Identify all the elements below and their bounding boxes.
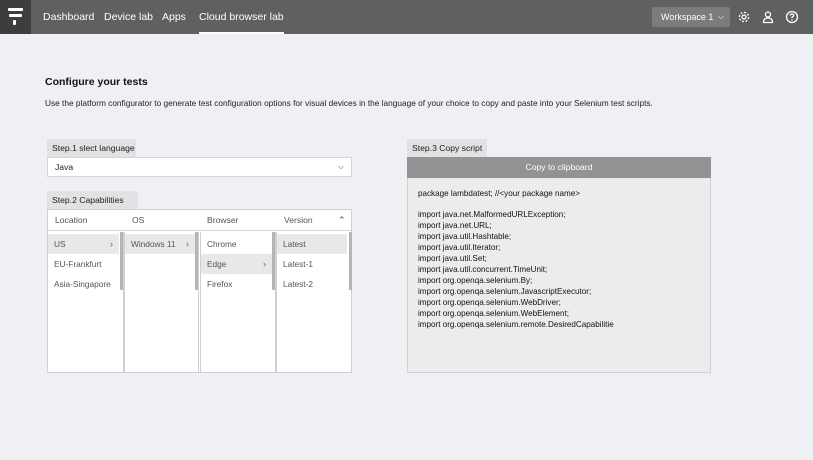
scrollbar[interactable] (120, 232, 123, 290)
script-box[interactable]: package lambdatest; //<your package name… (407, 178, 711, 373)
chevron-up-icon[interactable]: ⌃ (338, 210, 346, 230)
script-line: package lambdatest; //<your package name… (418, 189, 580, 198)
step2-label: Step.2 Capabilities (47, 191, 138, 209)
location-label: US (54, 239, 66, 249)
chevron-down-icon: ⌵ (337, 162, 344, 171)
script-line: import org.openqa.selenium.By; (418, 276, 533, 285)
script-line: import org.openqa.selenium.remote.Desire… (418, 320, 614, 329)
copy-to-clipboard-button[interactable]: Copy to clipboard (407, 157, 711, 178)
nav-apps[interactable]: Apps (162, 0, 186, 34)
workspace-dropdown[interactable]: Workspace 1 ⌵ (652, 7, 730, 27)
list-item-version[interactable]: Latest (277, 234, 347, 254)
browser-column: Chrome Edge › Firefox (200, 232, 276, 372)
capabilities-panel: Location OS Browser Version ⌃ US › EU-Fr… (47, 209, 352, 373)
script-line: import java.net.URL; (418, 221, 492, 230)
language-select[interactable]: Java ⌵ (47, 157, 352, 177)
browser-label: Chrome (207, 239, 237, 249)
script-line: import java.util.Set; (418, 254, 487, 263)
language-select-value: Java (55, 162, 74, 172)
gear-icon[interactable] (737, 10, 751, 24)
list-item-location[interactable]: US › (48, 234, 119, 254)
script-line: import java.util.Hashtable; (418, 232, 512, 241)
version-label: Latest (283, 239, 306, 249)
script-line: import org.openqa.selenium.JavascriptExe… (418, 287, 592, 296)
column-header-version: Version (284, 215, 313, 225)
scrollbar[interactable] (349, 232, 352, 290)
top-bar: Dashboard Device lab Apps Cloud browser … (0, 0, 813, 34)
list-item-location[interactable]: Asia-Singapore (48, 274, 119, 294)
column-header-os: OS (132, 215, 145, 225)
page-description: Use the platform configurator to generat… (45, 98, 653, 108)
browser-label: Firefox (207, 279, 233, 289)
location-column: US › EU-Frankfurt Asia-Singapore (48, 232, 124, 372)
list-item-browser[interactable]: Firefox (201, 274, 272, 294)
chevron-right-icon: › (186, 239, 189, 249)
workspace-label: Workspace 1 (661, 12, 714, 22)
script-line: import java.util.concurrent.TimeUnit; (418, 265, 548, 274)
list-item-browser[interactable]: Chrome (201, 234, 272, 254)
nav-cloud-browser-lab[interactable]: Cloud browser lab (199, 0, 284, 34)
list-item-browser[interactable]: Edge › (201, 254, 272, 274)
list-item-version[interactable]: Latest-2 (277, 274, 347, 294)
user-icon[interactable] (761, 10, 775, 24)
version-column: Latest Latest-1 Latest-2 (276, 232, 352, 372)
chevron-right-icon: › (263, 259, 266, 269)
step1-label: Step.1 slect language (47, 139, 136, 157)
os-column: Windows 11 › (124, 232, 199, 372)
scrollbar[interactable] (195, 232, 198, 290)
version-label: Latest-2 (283, 279, 313, 289)
list-item-location[interactable]: EU-Frankfurt (48, 254, 119, 274)
step3-label: Step.3 Copy script (407, 139, 487, 157)
list-item-version[interactable]: Latest-1 (277, 254, 347, 274)
script-line: import org.openqa.selenium.WebElement; (418, 309, 570, 318)
list-item-os[interactable]: Windows 11 › (125, 234, 195, 254)
script-line: import org.openqa.selenium.WebDriver; (418, 298, 561, 307)
chevron-down-icon: ⌵ (717, 12, 724, 21)
script-line: import java.net.MalformedURLException; (418, 210, 566, 219)
capabilities-header: Location OS Browser Version ⌃ (48, 210, 351, 231)
version-label: Latest-1 (283, 259, 313, 269)
app-logo[interactable] (0, 0, 31, 34)
help-icon[interactable] (785, 10, 799, 24)
browser-label: Edge (207, 259, 227, 269)
script-line: import java.util.Iterator; (418, 243, 501, 252)
page-title: Configure your tests (45, 76, 148, 88)
os-label: Windows 11 (131, 239, 176, 249)
column-header-location: Location (55, 215, 88, 225)
nav-device-lab[interactable]: Device lab (104, 0, 153, 34)
scrollbar[interactable] (272, 232, 275, 290)
chevron-right-icon: › (110, 239, 113, 249)
nav-dashboard[interactable]: Dashboard (43, 0, 94, 34)
column-header-browser: Browser (207, 215, 239, 225)
location-label: EU-Frankfurt (54, 259, 102, 269)
location-label: Asia-Singapore (54, 279, 111, 289)
